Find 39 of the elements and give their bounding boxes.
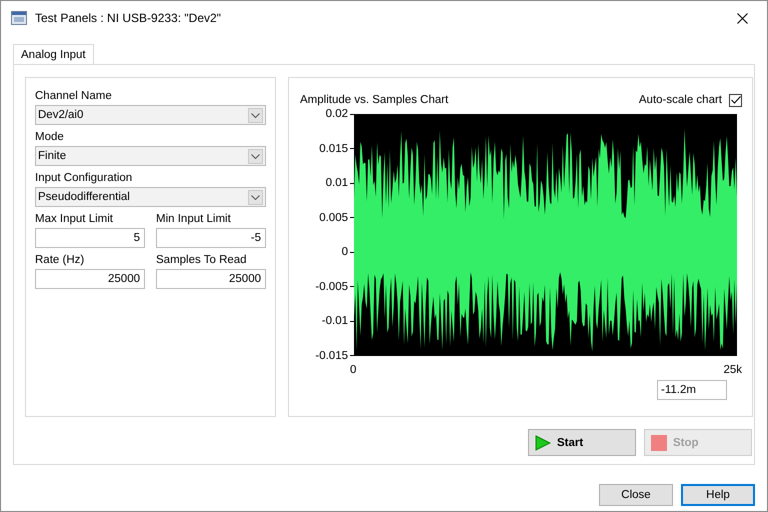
field-label: Mode [35,131,64,143]
axis-label: 0.01 [326,177,348,190]
dialog-button[interactable]: Help [681,484,755,506]
axis-label: 25k [723,364,742,372]
number-field[interactable]: 25000 [35,269,145,289]
chevron-icon [248,148,263,164]
tab[interactable]: Analog Input [13,44,94,64]
chart-title: Amplitude vs. Samples Chart [300,94,448,106]
axis-label: 0.02 [326,108,348,120]
field-label: Max Input Limit [35,213,113,225]
axis-label: -0.015 [315,350,348,362]
number-field[interactable]: 5 [35,228,145,248]
checkbox[interactable] [729,94,742,106]
dialog-button[interactable]: Close [599,484,673,506]
play-icon [535,434,551,450]
field-label: Min Input Limit [156,213,231,225]
number-field[interactable]: -5 [156,228,266,248]
field-label: Rate (Hz) [35,254,84,266]
app-icon [11,11,27,25]
dropdown[interactable]: Finite [35,146,266,166]
axis-label: 0 [342,246,348,258]
field-label: Samples To Read [156,254,247,266]
chevron-icon [248,108,263,122]
axis-label: -0.01 [322,315,348,328]
number-field[interactable]: 25000 [156,269,266,289]
dropdown[interactable]: Pseudodifferential [35,187,266,207]
checkbox-label: Auto-scale chart [638,94,722,106]
field-label: Input Configuration [35,172,132,184]
axis-label: 0.015 [319,142,348,155]
chevron-icon [248,190,263,204]
readout-field: -11.2m [657,380,727,400]
axis-label: -0.005 [315,280,348,293]
dropdown[interactable]: Dev2/ai0 [35,105,266,125]
window-title: Test Panels : NI USB-9233: "Dev2" [35,11,222,25]
start-button[interactable]: Start [528,429,636,456]
axis-label: 0.005 [319,212,348,224]
stop-icon [651,434,667,450]
axis-label: 0 [350,364,356,372]
field-label: Channel Name [35,90,112,102]
